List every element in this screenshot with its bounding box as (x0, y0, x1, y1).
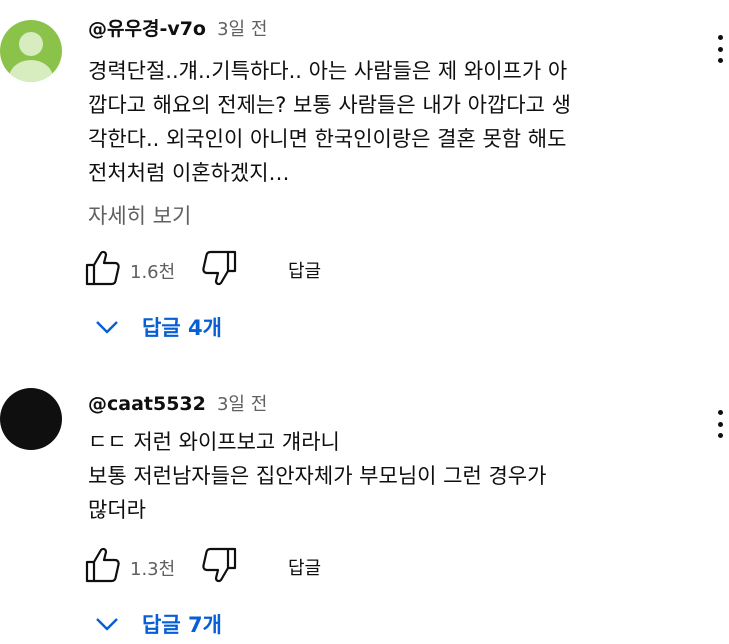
read-more-button[interactable]: 자세히 보기 (88, 200, 191, 230)
show-replies-button[interactable]: 답글 4개 (94, 310, 222, 344)
show-replies-button[interactable]: 답글 7개 (94, 607, 222, 641)
dot-icon (717, 410, 723, 415)
comment-menu-button[interactable] (711, 33, 729, 65)
thumbs-up-icon (85, 250, 120, 286)
comment-text-line: ㄷㄷ 저런 와이프보고 걔라니 (88, 430, 340, 454)
comment-author[interactable]: @caat5532 (88, 393, 206, 415)
dot-icon (717, 421, 723, 427)
dislike-button[interactable] (202, 248, 238, 288)
dot-icon (717, 58, 723, 63)
chevron-down-icon (96, 618, 118, 631)
like-button[interactable] (84, 248, 120, 288)
chevron-down-icon (96, 321, 118, 334)
user-silhouette-icon (9, 32, 53, 82)
reply-button[interactable]: 답글 (288, 257, 321, 283)
comment-text-line: 보통 저런남자들은 집안자체가 부모님이 그런 경우가 (88, 464, 547, 488)
comment-author[interactable]: @유우경-v7o (88, 18, 206, 40)
comment-text-line: 각한다.. 외국인이 아니면 한국인이랑은 결혼 못함 해도 (88, 127, 567, 151)
thumbs-down-icon (202, 250, 237, 286)
thumbs-up-icon (85, 547, 120, 583)
comment-header: @유우경-v7o 3일 전 (88, 14, 267, 41)
comment-text-line: 전처처럼 이혼하겠지… (88, 161, 290, 185)
comment-menu-button[interactable] (711, 408, 729, 440)
comment-text-line: 경력단절..걔..기특하다.. 아는 사람들은 제 와이프가 아 (88, 59, 568, 83)
like-button[interactable] (84, 545, 120, 585)
like-count: 1.6천 (130, 262, 176, 283)
dislike-button[interactable] (202, 545, 238, 585)
comment-text: 경력단절..걔..기특하다.. 아는 사람들은 제 와이프가 아 깝다고 해요의… (88, 54, 698, 190)
avatar[interactable] (0, 20, 62, 82)
comment-text: ㄷㄷ 저런 와이프보고 걔라니 보통 저런남자들은 집안자체가 부모님이 그런 … (88, 425, 698, 527)
comment-text-line: 깝다고 해요의 전제는? 보통 사람들은 내가 아깝다고 생 (88, 93, 571, 117)
like-count: 1.3천 (130, 559, 176, 580)
dot-icon (717, 46, 723, 52)
replies-count-label: 답글 4개 (142, 316, 222, 340)
comment-timestamp[interactable]: 3일 전 (217, 394, 267, 415)
comment-text-line: 많더라 (88, 498, 146, 522)
comment-timestamp[interactable]: 3일 전 (217, 19, 267, 40)
thumbs-down-icon (202, 547, 237, 583)
replies-count-label: 답글 7개 (142, 613, 222, 637)
reply-button[interactable]: 답글 (288, 554, 321, 580)
comment-header: @caat5532 3일 전 (88, 390, 267, 416)
dot-icon (717, 35, 723, 40)
avatar[interactable] (0, 388, 62, 450)
dot-icon (717, 433, 723, 438)
